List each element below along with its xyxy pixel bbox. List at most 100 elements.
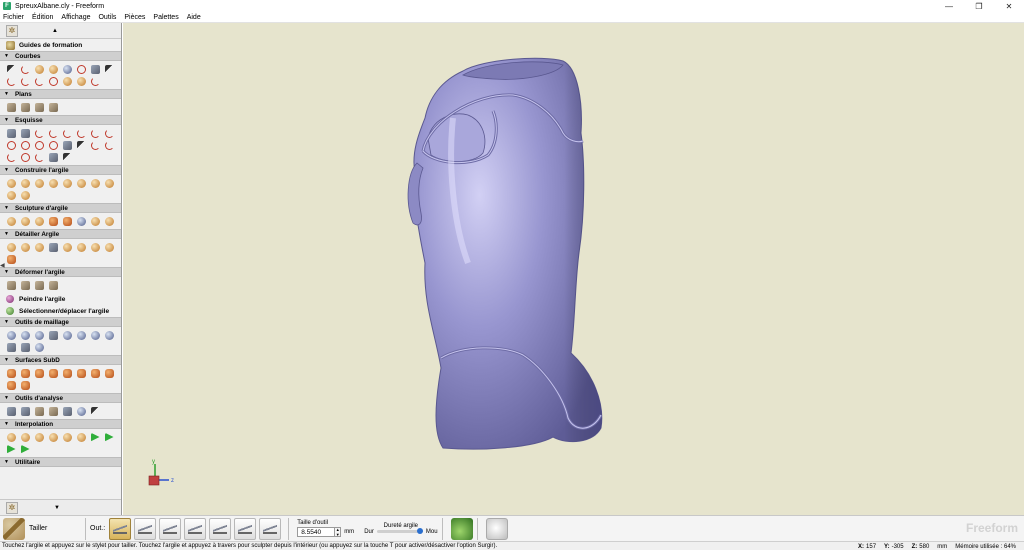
close-button[interactable]: ✕	[994, 0, 1024, 12]
palette-scroll-up-icon[interactable]: ▲	[52, 28, 58, 34]
analysis-icon[interactable]	[74, 405, 88, 417]
curve-tool-icon[interactable]	[18, 63, 32, 75]
subd-icon[interactable]	[18, 379, 32, 391]
hexagon-icon[interactable]	[46, 139, 60, 151]
detail-clay-icon[interactable]	[102, 241, 116, 253]
detail-clay-icon[interactable]	[32, 241, 46, 253]
analysis-icon[interactable]	[4, 405, 18, 417]
tug-tool-icon[interactable]	[46, 215, 60, 227]
pattern-icon[interactable]	[18, 151, 32, 163]
tool-size-input[interactable]: 8.5540	[297, 527, 336, 537]
mesh-sphere-icon[interactable]	[88, 329, 102, 341]
sketch-icon[interactable]	[46, 151, 60, 163]
interp-icon[interactable]	[46, 431, 60, 443]
build-clay-icon[interactable]	[102, 177, 116, 189]
pointer-icon[interactable]	[88, 405, 102, 417]
smooth-tool-icon[interactable]	[60, 215, 74, 227]
subd-icon[interactable]	[102, 367, 116, 379]
spline-icon[interactable]	[18, 75, 32, 87]
selectionner-deplacer-tool[interactable]: Sélectionner/déplacer l'argile	[0, 305, 121, 317]
interp-icon[interactable]	[18, 431, 32, 443]
mesh-box-icon[interactable]	[18, 341, 32, 353]
interp-icon[interactable]	[4, 431, 18, 443]
section-interpolation[interactable]: ▼ Interpolation	[0, 419, 121, 429]
trim-icon[interactable]	[32, 151, 46, 163]
analysis-icon[interactable]	[46, 405, 60, 417]
palette-dropdown-icon[interactable]: ▼	[54, 505, 60, 511]
section-esquisse[interactable]: ▼ Esquisse	[0, 115, 121, 125]
build-clay-icon[interactable]	[4, 189, 18, 201]
first-frame-icon[interactable]	[88, 431, 102, 443]
play-back-icon[interactable]	[102, 431, 116, 443]
section-plans[interactable]: ▼ Plans	[0, 89, 121, 99]
spline-icon[interactable]	[88, 75, 102, 87]
corner-icon[interactable]	[4, 151, 18, 163]
ruler-icon[interactable]	[32, 405, 46, 417]
triangle-icon[interactable]	[74, 139, 88, 151]
subd-icon[interactable]	[74, 367, 88, 379]
subd-icon[interactable]	[46, 367, 60, 379]
sphere-tool-icon[interactable]	[74, 215, 88, 227]
cursor-mode-icon[interactable]	[485, 517, 508, 540]
section-utilitaire[interactable]: ▼ Utilitaire	[0, 457, 121, 467]
move-curve-icon[interactable]	[102, 63, 116, 75]
tool-tip-3-button[interactable]	[159, 517, 182, 540]
tool-tip-5-button[interactable]	[209, 517, 232, 540]
deform-icon[interactable]	[46, 279, 60, 291]
section-detailler-argile[interactable]: ▼ Détailler Argile	[0, 229, 121, 239]
3d-viewport[interactable]: y z	[123, 23, 1024, 515]
menu-pieces[interactable]: Pièces	[123, 14, 146, 21]
emboss-tool-icon[interactable]	[102, 215, 116, 227]
tool-tip-2-button[interactable]	[134, 517, 157, 540]
tool-tip-4-button[interactable]	[184, 517, 207, 540]
peindre-argile-tool[interactable]: Peindre l'argile	[0, 293, 121, 305]
offset-icon[interactable]	[88, 139, 102, 151]
plane-icon[interactable]	[32, 101, 46, 113]
detail-clay-icon[interactable]	[4, 241, 18, 253]
ring-curve-icon[interactable]	[74, 63, 88, 75]
tool-tip-1-button[interactable]	[109, 517, 132, 540]
analysis-icon[interactable]	[18, 405, 32, 417]
maximize-button[interactable]: ❐	[964, 0, 994, 12]
clay-curve-icon[interactable]	[60, 75, 74, 87]
tool-size-stepper[interactable]: ▲ ▼	[335, 527, 342, 537]
interp-icon[interactable]	[60, 431, 74, 443]
subd-icon[interactable]	[4, 379, 18, 391]
menu-aide[interactable]: Aide	[186, 14, 202, 21]
circle-icon[interactable]	[4, 139, 18, 151]
menu-affichage[interactable]: Affichage	[60, 14, 91, 21]
deform-icon[interactable]	[4, 279, 18, 291]
arc-icon[interactable]	[102, 127, 116, 139]
spline-icon[interactable]	[4, 75, 18, 87]
mesh-sphere-icon[interactable]	[60, 329, 74, 341]
section-deformer-argile[interactable]: ▼ Déformer l'argile	[0, 267, 121, 277]
mesh-sphere-icon[interactable]	[102, 329, 116, 341]
menu-fichier[interactable]: Fichier	[2, 14, 25, 21]
build-clay-icon[interactable]	[60, 177, 74, 189]
plane-icon[interactable]	[4, 101, 18, 113]
line-icon[interactable]	[46, 127, 60, 139]
analysis-icon[interactable]	[60, 405, 74, 417]
palette-options-icon[interactable]: ✲	[6, 501, 18, 514]
arc-icon[interactable]	[88, 127, 102, 139]
mesh-sphere-icon[interactable]	[32, 329, 46, 341]
hardness-slider-thumb[interactable]	[416, 528, 423, 534]
menu-edition[interactable]: Édition	[31, 14, 54, 21]
plane-icon[interactable]	[46, 101, 60, 113]
mesh-sphere-icon[interactable]	[32, 341, 46, 353]
mesh-sphere-icon[interactable]	[74, 329, 88, 341]
section-courbes[interactable]: ▼ Courbes	[0, 51, 121, 61]
subd-icon[interactable]	[60, 367, 74, 379]
section-outils-maillage[interactable]: ▼ Outils de maillage	[0, 317, 121, 327]
carve-tool-icon[interactable]	[4, 215, 18, 227]
gear-shape-icon[interactable]	[32, 139, 46, 151]
subd-icon[interactable]	[88, 367, 102, 379]
palette-settings-icon[interactable]: ✲	[6, 24, 18, 37]
guides-de-formation[interactable]: Guides de formation	[0, 39, 121, 51]
mesh-curve-icon[interactable]	[60, 63, 74, 75]
build-clay-icon[interactable]	[18, 189, 32, 201]
clay-curve-icon[interactable]	[46, 63, 60, 75]
detail-clay-icon[interactable]	[60, 241, 74, 253]
detail-clay-icon[interactable]	[46, 241, 60, 253]
pen-icon[interactable]	[32, 127, 46, 139]
